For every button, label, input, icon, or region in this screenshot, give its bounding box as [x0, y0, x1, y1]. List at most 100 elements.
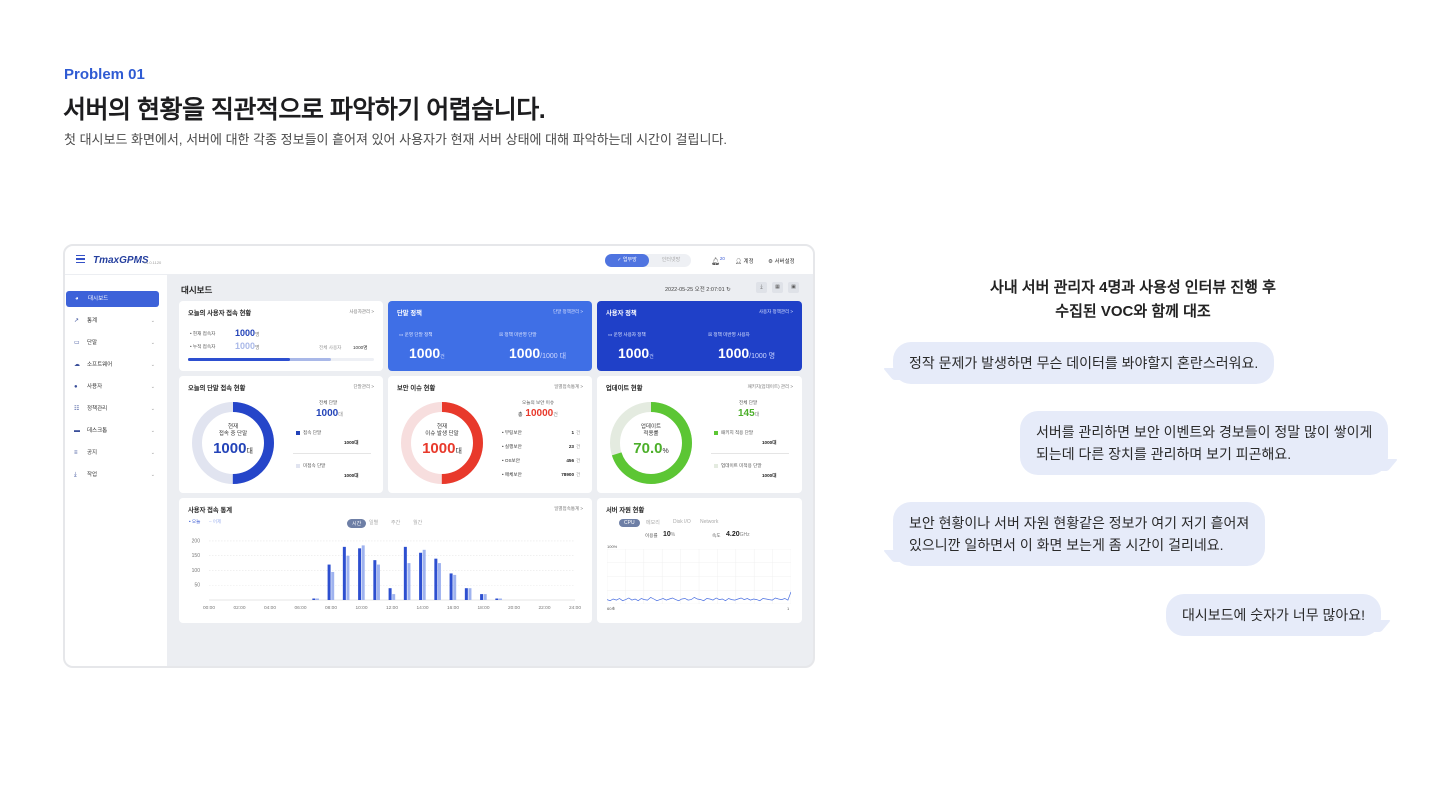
x-tick-label: 18:00 [477, 605, 489, 611]
legend-yesterday: – 어제 [209, 519, 222, 524]
download-icon: ⤓ [74, 472, 77, 478]
policy-right-label: ☒ 정책 미반영 사용자 [708, 332, 750, 337]
bar [331, 571, 335, 600]
user-manage-link[interactable]: 사용자관리 > [349, 309, 374, 315]
sidebar-item-label: 대시보드 [88, 296, 109, 302]
all-users-label: 전체 사용자 [319, 345, 342, 350]
tab[interactable]: 일별 [369, 519, 378, 526]
bar [358, 548, 362, 600]
security-issue-card: 보안 이슈 현황 일별접속통계 > 현재 이슈 발생 단말 1000대 오늘의 보… [388, 376, 592, 493]
not-applied-value: 1000대 [762, 473, 777, 478]
refresh-datetime[interactable]: 2022-05-25 오전 2:07:01 ↻ [665, 285, 731, 293]
save-icon[interactable]: ▣ [788, 282, 799, 293]
policy-right-value: 1000/1000 대 [509, 345, 567, 361]
device-manage-link[interactable]: 단말관리 > [354, 384, 374, 390]
settings-label: 서버설정 [774, 259, 795, 265]
total-devices-label: 전체 단말 [739, 400, 758, 405]
tab[interactable]: Disk I/O [673, 519, 691, 525]
divider [293, 453, 371, 454]
not-applied-label: 업데이트 미적용 단말 [721, 463, 762, 468]
x-tick-label: 24:00 [569, 605, 581, 611]
bar [498, 598, 502, 600]
sidebar-item[interactable]: ≡ 공지 ⌄ [65, 445, 159, 461]
user-icon: ● [74, 384, 78, 390]
policy-left-value: 1000건 [618, 345, 654, 361]
gear-icon: ⚙ [768, 259, 773, 265]
account-menu[interactable]: 👤︎ 계정 [735, 257, 754, 265]
speed-value: 4.20GHz [726, 531, 750, 538]
hamburger-menu-icon[interactable] [76, 255, 85, 263]
page-title: 대시보드 [181, 285, 213, 295]
sidebar-item[interactable]: ☷ 정책관리 ⌄ [65, 401, 159, 417]
tab[interactable]: 메모리 [646, 519, 660, 526]
security-link[interactable]: 일별접속통계 > [554, 384, 583, 390]
applied-label: 패키지 적용 단말 [721, 430, 754, 435]
y-tick-label: 100 [192, 568, 201, 574]
donut-label: 업데이트 적용률 [640, 424, 662, 437]
bar [388, 588, 392, 600]
donut-value: 1000대 [213, 440, 253, 457]
x-tick-label: 12:00 [386, 605, 398, 611]
x-tick-label: 06:00 [294, 605, 306, 611]
voc-quote-3: 보안 현황이나 서버 자원 현황같은 정보가 여기 저기 흩어져 있으니깐 일하면… [893, 502, 1266, 566]
bar [422, 549, 426, 600]
tab[interactable]: Network [700, 519, 718, 525]
policy-right-value: 1000/1000 명 [718, 345, 776, 361]
tab[interactable]: 주간 [391, 519, 400, 526]
x-tick-label: 20:00 [508, 605, 520, 611]
app-logo[interactable]: TmaxGPMS [93, 255, 149, 266]
chevron-down-icon: ⌄ [150, 472, 155, 478]
card-title: 보안 이슈 현황 [397, 385, 436, 392]
sidebar-item-label: 소프트웨어 [87, 362, 113, 368]
bar [434, 558, 438, 600]
total-devices-value: 145대 [738, 408, 760, 419]
security-item-value: 1 [571, 430, 574, 435]
bar [453, 574, 457, 600]
sidebar-item-label: 공지 [87, 450, 98, 456]
sidebar-item[interactable]: ☁ 소프트웨어 ⌄ [65, 357, 159, 373]
sidebar-item-label: 작업 [87, 472, 98, 478]
sidebar-item[interactable]: ⤓ 작업 ⌄ [65, 467, 159, 483]
x-tick-label: 04:00 [264, 605, 276, 611]
disconnected-label: 미접속 단말 [303, 463, 326, 468]
security-item-unit: 건 [576, 430, 581, 435]
connected-label: 접속 단말 [303, 430, 322, 435]
sidebar-item[interactable]: ▭ 단말 ⌄ [65, 335, 159, 351]
bar [312, 598, 316, 600]
bar [315, 598, 319, 600]
current-users-value: 1000명 [235, 328, 260, 338]
notification-bell-icon[interactable]: 🔔︎20 [711, 256, 725, 265]
monitor-icon: ▬ [74, 428, 80, 434]
user-policy-link[interactable]: 사용자 정책관리 > [759, 309, 793, 315]
total-devices-value: 1000대 [316, 408, 343, 419]
sidebar-item[interactable]: ↗ 통계 ⌄ [65, 313, 159, 329]
sidebar-item[interactable]: ▬ 데스크톱 ⌄ [65, 423, 159, 439]
x-tick-label: 08:00 [325, 605, 337, 611]
server-resources-card: 서버 자원 현황 CPU 메모리 Disk I/O Network 이용률 10% 속… [597, 498, 802, 623]
applied-value: 1000대 [762, 440, 777, 445]
x-tick-label: 16:00 [447, 605, 459, 611]
bar [327, 564, 331, 600]
mode-off[interactable]: 인터넷망 [653, 254, 689, 267]
tab[interactable]: 월간 [413, 519, 422, 526]
server-settings-menu[interactable]: ⚙ 서버설정 [768, 257, 795, 265]
mode-on[interactable]: ✓ 업무망 [605, 254, 649, 267]
sidebar-item[interactable]: ● 사용자 ⌄ [65, 379, 159, 395]
export-icon[interactable]: ⤓ [756, 282, 767, 293]
sidebar-item[interactable]: ◕ 대시보드 [66, 291, 159, 307]
bar [464, 588, 468, 600]
divider [711, 453, 789, 454]
tab[interactable]: 시간 [347, 519, 367, 528]
x-tick-label: 00:00 [203, 605, 215, 611]
tab[interactable]: CPU [619, 519, 640, 527]
donut-label: 현재 접속 중 단말 [218, 424, 248, 437]
device-policy-link[interactable]: 단말 정책관리 > [553, 309, 583, 315]
daily-stats-link[interactable]: 일별접속통계 > [554, 506, 583, 512]
bar [361, 545, 365, 600]
problem-headline: 서버의 현황을 직관적으로 파악하기 어렵습니다. [63, 96, 546, 124]
legend-today: • 오늘 [189, 519, 201, 524]
grid-view-icon[interactable]: ▦ [772, 282, 783, 293]
dashboard-icon: ◕ [75, 296, 79, 302]
network-mode-toggle[interactable]: ✓ 업무망 인터넷망 [605, 254, 691, 267]
package-manage-link[interactable]: 패키지(업데이트) 관리 > [748, 384, 793, 390]
